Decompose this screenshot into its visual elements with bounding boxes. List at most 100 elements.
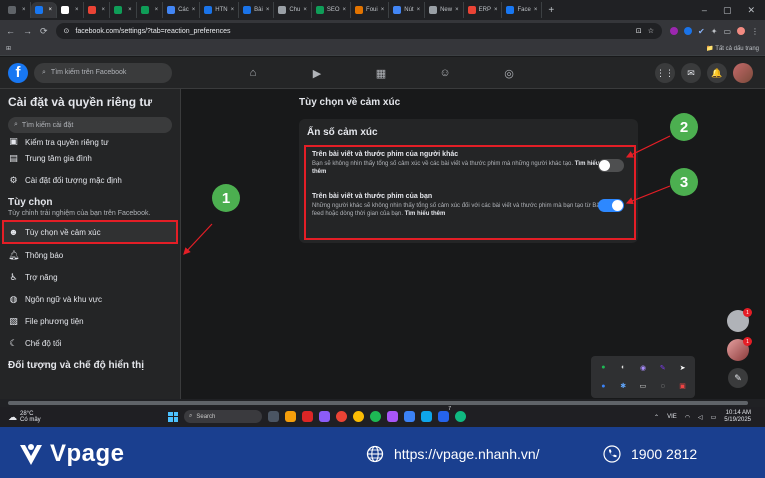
learn-more-link[interactable]: Tìm hiểu thêm	[405, 211, 446, 217]
chrome-icon[interactable]	[353, 411, 364, 422]
tab-close-icon[interactable]: ×	[534, 7, 538, 13]
sidebar-item-media[interactable]: ▧ File phương tiện	[0, 310, 180, 332]
facebook-search-input[interactable]: ⌕ Tìm kiếm trên Facebook	[34, 62, 172, 83]
spotify-icon[interactable]: ●	[595, 360, 612, 376]
chrome-icon[interactable]	[455, 411, 466, 422]
toggle-others-posts[interactable]	[598, 159, 624, 172]
sidebar-item-reaction-preferences[interactable]: ☻ Tùy chọn về cảm xúc	[2, 220, 178, 244]
browser-tab[interactable]: New ×	[425, 2, 464, 18]
browser-tab[interactable]: Chu ×	[274, 2, 312, 18]
toggle-your-posts[interactable]	[598, 199, 624, 212]
settings-search-input[interactable]: ⌕ Tìm kiếm cài đặt	[8, 117, 172, 133]
weather-widget[interactable]: ☁ 28°C Có mây	[0, 411, 41, 423]
volume-icon[interactable]: ◁	[698, 414, 703, 421]
tab-close-icon[interactable]: ×	[22, 7, 26, 13]
video-icon[interactable]: ▶	[309, 67, 325, 80]
sidepanel-icon[interactable]: ▭	[723, 27, 731, 36]
menu-kebab-icon[interactable]: ⋮	[751, 27, 759, 36]
taskview-icon[interactable]	[268, 411, 279, 422]
clock[interactable]: 10:14 AM 5/19/2025	[724, 410, 751, 424]
spotify-icon[interactable]	[370, 411, 381, 422]
sidebar-item-language[interactable]: ◍ Ngôn ngữ và khu vực	[0, 288, 180, 310]
app-icon[interactable]: 7	[438, 406, 451, 422]
extension-icon[interactable]	[670, 27, 679, 35]
tab-close-icon[interactable]: ×	[192, 7, 196, 13]
tray-app-icon[interactable]: ✎	[654, 360, 671, 376]
sidebar-item-default-audience[interactable]: ⚙ Cài đặt đối tượng mặc định	[0, 169, 180, 191]
site-info-icon[interactable]: ⊙	[64, 27, 70, 35]
address-bar[interactable]: ⊙ facebook.com/settings/?tab=reaction_pr…	[55, 23, 663, 39]
zalo-icon[interactable]	[421, 411, 432, 422]
taskbar-search[interactable]: ⌕ Search	[184, 410, 262, 423]
tab-close-icon[interactable]: ×	[155, 7, 159, 13]
browser-tab[interactable]: SEO ×	[312, 2, 352, 18]
marketplace-icon[interactable]: ▦	[373, 67, 389, 80]
scrollbar-thumb[interactable]	[8, 401, 748, 405]
app-icon[interactable]	[302, 411, 313, 422]
tab-close-icon[interactable]: ×	[231, 7, 235, 13]
tab-close-icon[interactable]: ×	[303, 7, 307, 13]
app-icon[interactable]	[319, 411, 330, 422]
close-icon[interactable]: ✕	[747, 5, 755, 16]
tab-close-icon[interactable]: ×	[343, 7, 347, 13]
browser-tab[interactable]: ×	[137, 2, 164, 18]
gaming-icon[interactable]: ◎	[501, 67, 517, 80]
tray-app-icon[interactable]: ◐	[615, 360, 632, 376]
maximize-icon[interactable]: ▢	[723, 5, 732, 16]
browser-tab[interactable]: Nút ×	[389, 2, 426, 18]
browser-tab[interactable]: ERP ×	[464, 2, 503, 18]
browser-tab[interactable]: ×	[4, 2, 31, 18]
phone-number[interactable]: 1900 2812	[631, 446, 697, 462]
telegram-icon[interactable]: ➤	[674, 360, 691, 376]
messenger-icon[interactable]: ✉	[681, 63, 701, 83]
app-icon[interactable]	[387, 411, 398, 422]
sidebar-item-family-center[interactable]: ▤ Trung tâm gia đình	[0, 147, 180, 169]
tab-close-icon[interactable]: ×	[102, 7, 106, 13]
bluetooth-icon[interactable]: ✱	[615, 379, 632, 395]
home-icon[interactable]: ⌂	[245, 67, 261, 79]
groups-icon[interactable]: ☺	[437, 67, 453, 79]
all-bookmarks-link[interactable]: 📁 Tất cả dấu trang	[706, 45, 759, 52]
browser-tab[interactable]: ×	[84, 2, 111, 18]
battery-icon[interactable]: ▭	[711, 414, 717, 421]
tab-close-icon[interactable]: ×	[128, 7, 132, 13]
tray-app-icon[interactable]: ◉	[635, 360, 652, 376]
minimize-icon[interactable]: –	[702, 5, 707, 16]
apps-grid-icon[interactable]: ⊞	[6, 45, 11, 52]
tray-app-icon[interactable]: ▣	[674, 379, 691, 395]
tab-close-icon[interactable]: ×	[266, 7, 270, 13]
notification-bell-icon[interactable]: 🔔	[707, 63, 727, 83]
new-tab-button[interactable]: +	[542, 5, 560, 16]
facebook-logo-icon[interactable]: f	[8, 62, 28, 83]
menu-grid-icon[interactable]: ⋮⋮	[655, 63, 675, 83]
tab-close-icon[interactable]: ×	[49, 7, 53, 13]
browser-tab[interactable]: Bài ×	[239, 2, 275, 18]
browser-tab[interactable]: ×	[30, 2, 58, 18]
tray-app-icon[interactable]: ▭	[635, 379, 652, 395]
browser-tab[interactable]: Foui ×	[351, 2, 390, 18]
bookmark-star-icon[interactable]: ☆	[648, 27, 654, 35]
input-language[interactable]: VIE	[667, 414, 677, 420]
windows-start-icon[interactable]	[168, 411, 178, 422]
tab-close-icon[interactable]: ×	[494, 7, 498, 13]
profile-avatar[interactable]	[733, 63, 753, 83]
sidebar-item-privacy-check[interactable]: ▣ Kiểm tra quyền riêng tư	[0, 137, 180, 147]
sidebar-item-accessibility[interactable]: ♿︎ Trợ năng	[0, 266, 180, 288]
sidebar-item-notifications[interactable]: 🔔︎ Thông báo	[0, 244, 180, 266]
back-icon[interactable]: ←	[6, 26, 15, 36]
browser-tab[interactable]: Các ×	[163, 2, 201, 18]
wifi-icon[interactable]: ◠	[685, 414, 690, 421]
sidebar-item-dark-mode[interactable]: ☾ Chế độ tối	[0, 332, 180, 354]
extension-icon[interactable]	[684, 27, 693, 35]
tray-overflow-icon[interactable]: ⌃	[654, 414, 659, 421]
file-explorer-icon[interactable]	[285, 411, 296, 422]
tray-app-icon[interactable]: ◌	[654, 379, 671, 395]
tray-app-icon[interactable]: ●	[595, 379, 612, 395]
horizontal-scrollbar[interactable]	[0, 399, 765, 407]
app-icon[interactable]	[404, 411, 415, 422]
tab-close-icon[interactable]: ×	[381, 7, 385, 13]
browser-tab[interactable]: Face ×	[502, 2, 543, 18]
chrome-icon[interactable]	[336, 411, 347, 422]
tab-close-icon[interactable]: ×	[417, 7, 421, 13]
puzzle-icon[interactable]: ✦	[711, 27, 718, 36]
